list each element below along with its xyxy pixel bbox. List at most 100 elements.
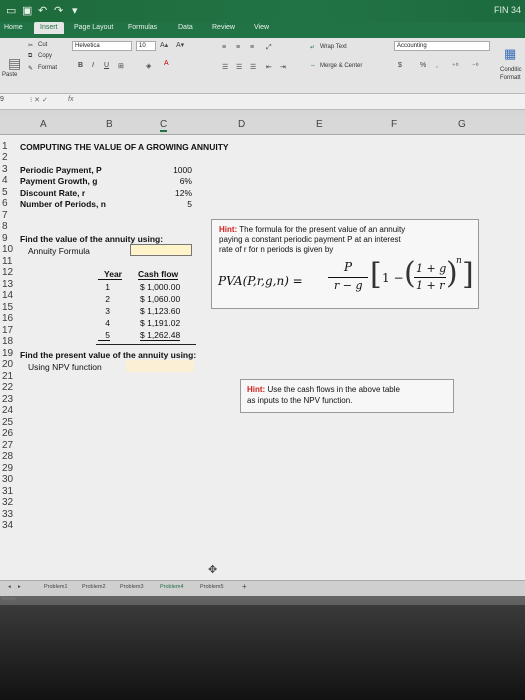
find-value-label[interactable]: Find the value of the annuity using: bbox=[20, 234, 163, 244]
italic-button[interactable]: I bbox=[92, 62, 94, 69]
row-number[interactable]: 29 bbox=[2, 463, 16, 474]
row-number[interactable]: 8 bbox=[2, 221, 16, 232]
sheet-nav-next-icon[interactable]: ▸ bbox=[18, 584, 21, 590]
year-cell[interactable]: 3 bbox=[98, 306, 110, 316]
bold-button[interactable]: B bbox=[78, 62, 83, 69]
row-number[interactable]: 18 bbox=[2, 336, 16, 347]
align-center-icon[interactable]: ☰ bbox=[236, 63, 242, 71]
font-size-select[interactable]: 10 bbox=[136, 41, 156, 51]
number-format-select[interactable]: Accounting bbox=[394, 41, 490, 51]
conditional-formatting-label-2[interactable]: Formatt bbox=[500, 75, 521, 81]
row-number[interactable]: 25 bbox=[2, 417, 16, 428]
paste-label[interactable]: Paste bbox=[2, 72, 17, 78]
row-number[interactable]: 34 bbox=[2, 520, 16, 531]
column-header-b[interactable]: B bbox=[106, 119, 113, 130]
npv-label[interactable]: Using NPV function bbox=[28, 362, 102, 372]
tab-data[interactable]: Data bbox=[178, 24, 193, 31]
align-right-icon[interactable]: ☰ bbox=[250, 63, 256, 71]
conditional-formatting-label[interactable]: Conditic bbox=[500, 67, 522, 73]
outdent-icon[interactable]: ⇥ bbox=[280, 63, 286, 71]
row-number[interactable]: 13 bbox=[2, 279, 16, 290]
cashflow-header[interactable]: Cash flow bbox=[138, 269, 179, 280]
tab-formulas[interactable]: Formulas bbox=[128, 24, 157, 31]
wrap-text-icon[interactable]: ↵ bbox=[310, 44, 315, 51]
year-cell[interactable]: 1 bbox=[98, 282, 110, 292]
row-number[interactable]: 10 bbox=[2, 244, 16, 255]
periodic-payment-value[interactable]: 1000 bbox=[150, 165, 192, 175]
annuity-formula-label[interactable]: Annuity Formula bbox=[28, 246, 90, 256]
copy-label[interactable]: Copy bbox=[38, 53, 52, 59]
sheet-tab-problem1[interactable]: Problem1 bbox=[44, 584, 68, 590]
row-number[interactable]: 24 bbox=[2, 405, 16, 416]
tab-home[interactable]: Home bbox=[4, 24, 23, 31]
cashflow-cell[interactable]: $ 1,262.48 bbox=[140, 330, 181, 341]
format-painter-label[interactable]: Format bbox=[38, 65, 57, 71]
underline-button[interactable]: U bbox=[104, 62, 109, 69]
tab-page-layout[interactable]: Page Layout bbox=[74, 24, 113, 31]
tab-view[interactable]: View bbox=[254, 24, 269, 31]
cut-label[interactable]: Cut bbox=[38, 42, 47, 48]
sheet-title[interactable]: COMPUTING THE VALUE OF A GROWING ANNUITY bbox=[20, 142, 229, 152]
sheet-tab-problem3[interactable]: Problem3 bbox=[120, 584, 144, 590]
row-number[interactable]: 4 bbox=[2, 175, 16, 186]
tab-insert[interactable]: Insert bbox=[34, 22, 64, 34]
cashflow-cell[interactable]: $ 1,060.00 bbox=[140, 294, 180, 304]
cut-icon[interactable]: ✂ bbox=[28, 42, 33, 49]
merge-center-button[interactable]: Merge & Center bbox=[320, 63, 362, 69]
align-bottom-icon[interactable]: ≡ bbox=[250, 44, 254, 51]
column-header-e[interactable]: E bbox=[316, 119, 323, 130]
column-header-d[interactable]: D bbox=[238, 119, 245, 130]
row-number[interactable]: 21 bbox=[2, 371, 16, 382]
wrap-text-button[interactable]: Wrap Text bbox=[320, 44, 347, 50]
paste-icon[interactable]: ▤ bbox=[8, 55, 21, 72]
row-number[interactable]: 22 bbox=[2, 382, 16, 393]
sheet-tab-problem5[interactable]: Problem5 bbox=[200, 584, 224, 590]
undo-icon[interactable]: ↶ bbox=[38, 5, 47, 17]
column-header-c[interactable]: C bbox=[160, 119, 168, 132]
row-number[interactable]: 15 bbox=[2, 302, 16, 313]
annuity-formula-answer-cell[interactable] bbox=[130, 244, 192, 256]
cashflow-cell[interactable]: $ 1,123.60 bbox=[140, 306, 180, 316]
indent-icon[interactable]: ⇤ bbox=[266, 63, 272, 71]
align-top-icon[interactable]: ≡ bbox=[222, 44, 226, 51]
copy-icon[interactable]: ⧉ bbox=[28, 53, 32, 60]
row-number[interactable]: 6 bbox=[2, 198, 16, 209]
num-periods-value[interactable]: 5 bbox=[150, 199, 192, 209]
year-cell[interactable]: 4 bbox=[98, 318, 110, 328]
cashflow-cell[interactable]: $ 1,191.02 bbox=[140, 318, 180, 328]
tab-review[interactable]: Review bbox=[212, 24, 235, 31]
row-number[interactable]: 11 bbox=[2, 256, 16, 267]
row-number[interactable]: 9 bbox=[2, 233, 16, 244]
borders-icon[interactable]: ⊞ bbox=[118, 62, 124, 70]
row-number[interactable]: 26 bbox=[2, 428, 16, 439]
formula-controls-icon[interactable]: ⁝ ✕ ✓ bbox=[30, 96, 48, 104]
find-pv-label[interactable]: Find the present value of the annuity us… bbox=[20, 350, 196, 360]
spreadsheet-grid[interactable]: 1 2 3 4 5 6 7 8 9 10 11 12 13 14 15 16 1… bbox=[0, 135, 525, 580]
row-number[interactable]: 3 bbox=[2, 164, 16, 175]
conditional-formatting-icon[interactable]: ▦ bbox=[504, 46, 516, 62]
sheet-tab-problem4[interactable]: Problem4 bbox=[160, 584, 184, 590]
row-number[interactable]: 19 bbox=[2, 348, 16, 359]
row-number[interactable]: 20 bbox=[2, 359, 16, 370]
save-icon[interactable]: ▣ bbox=[22, 5, 32, 17]
customize-dropdown-icon[interactable]: ▾ bbox=[72, 5, 78, 17]
merge-center-icon[interactable]: ⇔ bbox=[310, 63, 316, 69]
format-painter-icon[interactable]: ✎ bbox=[28, 65, 33, 72]
npv-answer-cell[interactable] bbox=[126, 360, 194, 372]
discount-rate-value[interactable]: 12% bbox=[150, 188, 192, 198]
row-number[interactable]: 31 bbox=[2, 486, 16, 497]
column-header-a[interactable]: A bbox=[40, 119, 47, 130]
row-number[interactable]: 1 bbox=[2, 141, 16, 152]
row-number[interactable]: 7 bbox=[2, 210, 16, 221]
sheet-tab-problem2[interactable]: Problem2 bbox=[82, 584, 106, 590]
row-number[interactable]: 5 bbox=[2, 187, 16, 198]
fill-color-icon[interactable]: ◈ bbox=[146, 62, 151, 70]
year-cell[interactable]: 2 bbox=[98, 294, 110, 304]
discount-rate-label[interactable]: Discount Rate, r bbox=[20, 188, 85, 198]
row-number[interactable]: 17 bbox=[2, 325, 16, 336]
sheet-nav-prev-icon[interactable]: ◂ bbox=[8, 584, 11, 590]
fx-label[interactable]: fx bbox=[68, 96, 73, 103]
add-sheet-button[interactable]: + bbox=[242, 582, 247, 591]
row-number[interactable]: 32 bbox=[2, 497, 16, 508]
row-number[interactable]: 27 bbox=[2, 440, 16, 451]
